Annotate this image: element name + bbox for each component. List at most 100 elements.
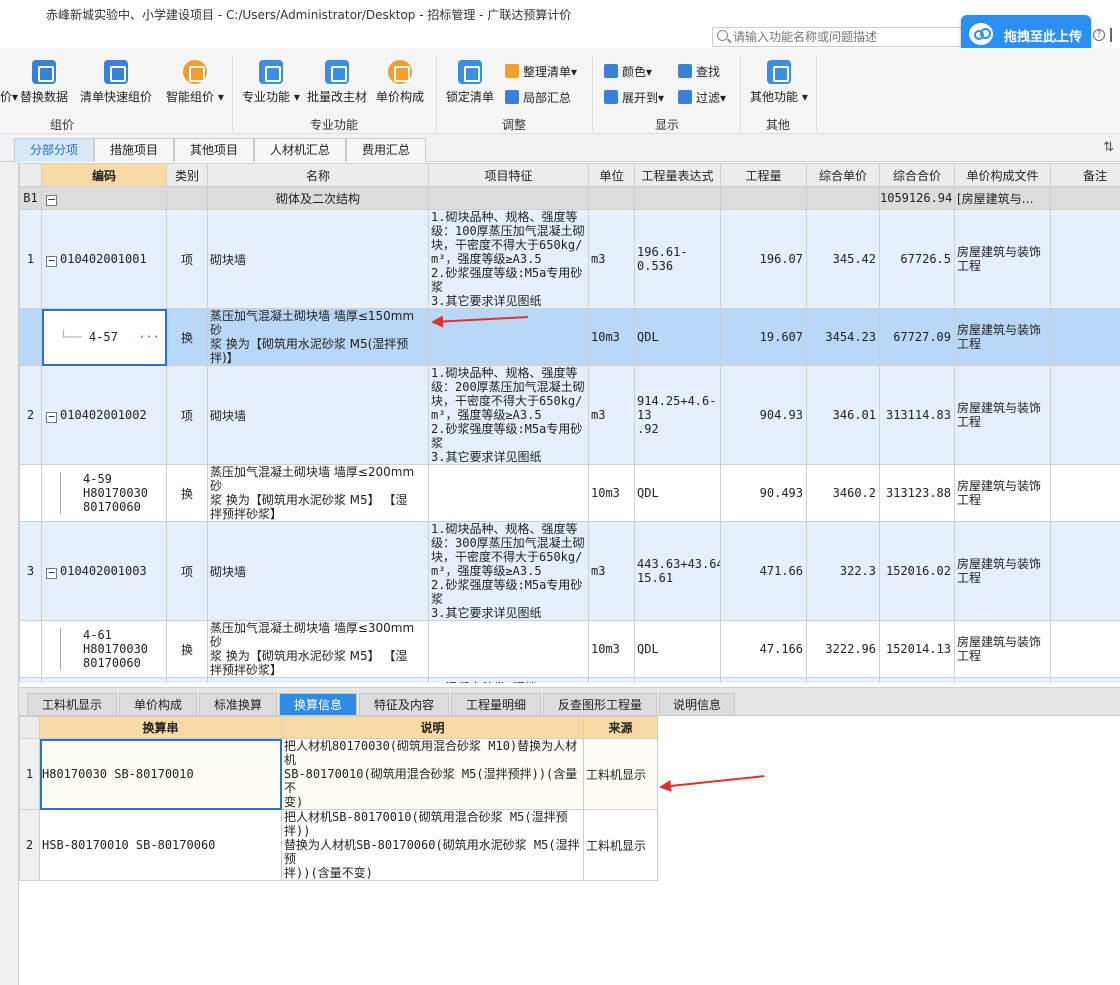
col-expr[interactable]: 工程量表达式: [634, 163, 721, 187]
item-unit[interactable]: m3: [588, 365, 635, 465]
tab-graphic-qty[interactable]: 反查图形工程量: [543, 693, 657, 716]
item-remark[interactable]: [1050, 365, 1120, 465]
collapse-icon[interactable]: −: [46, 567, 57, 579]
item-name[interactable]: 蒸压加气混凝土砌块墙 墙厚≤150mm 砂浆 换为【砌筑用水泥砂浆 M5(湿拌预…: [207, 308, 429, 366]
col-file[interactable]: 单价构成文件: [954, 163, 1051, 187]
color-button[interactable]: 颜色▾: [604, 63, 652, 80]
tab-standard-conv[interactable]: 标准换算: [199, 693, 277, 716]
conv-row[interactable]: 2 HSB-80170010 SB-80170060 把人材机SB-80170010…: [19, 809, 658, 881]
item-type[interactable]: 换: [166, 464, 208, 522]
item-price[interactable]: 3460.2: [806, 464, 880, 522]
tab-material-summary[interactable]: 人材机汇总: [254, 138, 346, 162]
function-search[interactable]: [712, 27, 962, 47]
item-unit[interactable]: 10m3: [588, 464, 635, 522]
col-qty[interactable]: 工程量: [720, 163, 807, 187]
tab-fenbu[interactable]: 分部分项: [14, 138, 94, 162]
col-feature[interactable]: 项目特征: [428, 163, 589, 187]
item-file[interactable]: 房屋建筑与装饰工程: [954, 464, 1051, 522]
item-file[interactable]: 房屋建筑与装饰工程: [954, 620, 1051, 678]
conv-string[interactable]: HSB-80170010 SB-80170060: [39, 809, 282, 881]
item-code[interactable]: −010503004006: [41, 677, 167, 683]
flag-icon[interactable]: [1110, 28, 1120, 42]
table-row[interactable]: 4−010503004006项砌体墙膨胀灰1.混凝土种类:预拌2.混凝土强度等级…: [19, 677, 1120, 683]
item-price[interactable]: 345.42: [806, 209, 880, 309]
lock-list-button[interactable]: 锁定清单: [446, 60, 494, 105]
tab-notes[interactable]: 说明信息: [659, 693, 735, 716]
item-expr[interactable]: 443.63+43.64-15.61: [634, 521, 721, 621]
item-qty[interactable]: 30.07: [720, 677, 807, 683]
quota-code[interactable]: 4-61 H80170030 80170060: [41, 620, 167, 678]
conv-desc[interactable]: 把人材机SB-80170010(砌筑用混合砂浆 M5(湿拌预拌)) 替换为人材机S…: [281, 809, 584, 881]
table-row[interactable]: 4-61 H80170030 80170060 换蒸压加气混凝土砌块墙 墙厚≤300m…: [19, 620, 1120, 678]
col-name[interactable]: 名称: [207, 163, 429, 187]
item-expr[interactable]: 0.536+13.92+15.61: [634, 677, 721, 683]
item-total[interactable]: 12750.58: [879, 677, 955, 683]
tab-unit-price[interactable]: 单价构成: [119, 693, 197, 716]
overflow-arrow[interactable]: 价▾: [0, 88, 18, 105]
collapse-icon[interactable]: −: [46, 194, 57, 206]
item-expr[interactable]: 196.61-0.536: [634, 209, 721, 309]
pro-func-button[interactable]: 专业功能 ▾: [242, 60, 300, 105]
item-name[interactable]: 砌块墙: [207, 365, 429, 465]
sort-icon[interactable]: ⇅: [1103, 140, 1114, 155]
conv-desc[interactable]: 把人材机80170030(砌筑用混合砂浆 M10)替换为人材机 SB-801700…: [281, 738, 584, 810]
item-type[interactable]: 项: [166, 521, 208, 621]
item-name[interactable]: 砌块墙: [207, 209, 429, 309]
col-conv-str[interactable]: 换算串: [39, 716, 282, 739]
item-feature[interactable]: 1.砌块品种、规格、强度等 级：100厚蒸压加气混凝土砌 块，干密度不得大于650k…: [428, 209, 589, 309]
item-unit[interactable]: 10m3: [588, 620, 635, 678]
item-file[interactable]: 房屋建筑与装饰工程: [954, 209, 1051, 309]
collapse-icon[interactable]: −: [46, 255, 57, 267]
more-icon[interactable]: ···: [138, 330, 165, 344]
item-feature[interactable]: 1.砌块品种、规格、强度等 级：300厚蒸压加气混凝土砌 块，干密度不得大于650k…: [428, 521, 589, 621]
item-file[interactable]: 房屋建筑与装饰工程: [954, 308, 1051, 366]
col-code[interactable]: 编码: [41, 163, 167, 187]
item-code[interactable]: −010402001003: [41, 521, 167, 621]
arrange-list-button[interactable]: 整理清单▾: [505, 63, 577, 80]
item-code[interactable]: −010402001002: [41, 365, 167, 465]
item-expr[interactable]: QDL: [634, 464, 721, 522]
tab-conv-info[interactable]: 换算信息: [279, 693, 357, 716]
expand-button[interactable]: 展开到▾: [604, 89, 664, 106]
table-row[interactable]: 3−010402001003 项砌块墙 1.砌块品种、规格、强度等 级：300厚蒸压加…: [19, 521, 1120, 621]
item-name[interactable]: 蒸压加气混凝土砌块墙 墙厚≤200mm 砂浆 换为【砌筑用水泥砂浆 M5】 【湿…: [207, 464, 429, 522]
item-type[interactable]: 换: [166, 620, 208, 678]
item-expr[interactable]: 914.25+4.6-13.92: [634, 365, 721, 465]
item-unit[interactable]: 10m3: [588, 308, 635, 366]
item-type[interactable]: 项: [166, 677, 208, 683]
tab-material-display[interactable]: 工料机显示: [27, 693, 117, 716]
tab-other-items[interactable]: 其他项目: [174, 138, 254, 162]
item-type[interactable]: 项: [166, 365, 208, 465]
item-unit[interactable]: m3: [588, 209, 635, 309]
item-qty[interactable]: 904.93: [720, 365, 807, 465]
item-price[interactable]: 346.01: [806, 365, 880, 465]
item-qty[interactable]: 47.166: [720, 620, 807, 678]
tab-cost-summary[interactable]: 费用汇总: [346, 138, 426, 162]
collapse-icon[interactable]: −: [46, 411, 57, 423]
col-total[interactable]: 综合合价: [879, 163, 955, 187]
item-price[interactable]: 3454.23: [806, 308, 880, 366]
item-name[interactable]: 砌块墙: [207, 521, 429, 621]
find-button[interactable]: 查找: [678, 63, 720, 80]
item-qty[interactable]: 471.66: [720, 521, 807, 621]
table-row[interactable]: 4-59 H80170030 80170060 换蒸压加气混凝土砌块墙 墙厚≤200m…: [19, 464, 1120, 522]
item-feature[interactable]: [428, 464, 589, 522]
item-unit[interactable]: m3: [588, 521, 635, 621]
item-code[interactable]: −010402001001: [41, 209, 167, 309]
tab-features[interactable]: 特征及内容: [359, 693, 449, 716]
item-remark[interactable]: [1050, 464, 1120, 522]
table-row[interactable]: └── 4-57 ··· 换蒸压加气混凝土砌块墙 墙厚≤150mm 砂浆 换为【砌筑…: [19, 308, 1120, 366]
item-total[interactable]: 67726.5: [879, 209, 955, 309]
item-total[interactable]: 313114.83: [879, 365, 955, 465]
item-remark[interactable]: [1050, 308, 1120, 366]
conv-row[interactable]: 1 H80170030 SB-80170010 把人材机80170030(砌筑用混合…: [19, 738, 658, 810]
unit-price-button[interactable]: 单价构成: [376, 60, 424, 105]
col-unit[interactable]: 单位: [588, 163, 635, 187]
search-input[interactable]: [733, 29, 958, 45]
item-total[interactable]: 152014.13: [879, 620, 955, 678]
replace-data-button[interactable]: 替换数据: [20, 60, 68, 105]
filter-button[interactable]: 过滤▾: [678, 89, 726, 106]
quick-price-button[interactable]: 清单快速组价: [80, 60, 152, 105]
item-file[interactable]: 房屋建筑与装饰工程: [954, 677, 1051, 683]
quota-code[interactable]: 4-59 H80170030 80170060: [41, 464, 167, 522]
